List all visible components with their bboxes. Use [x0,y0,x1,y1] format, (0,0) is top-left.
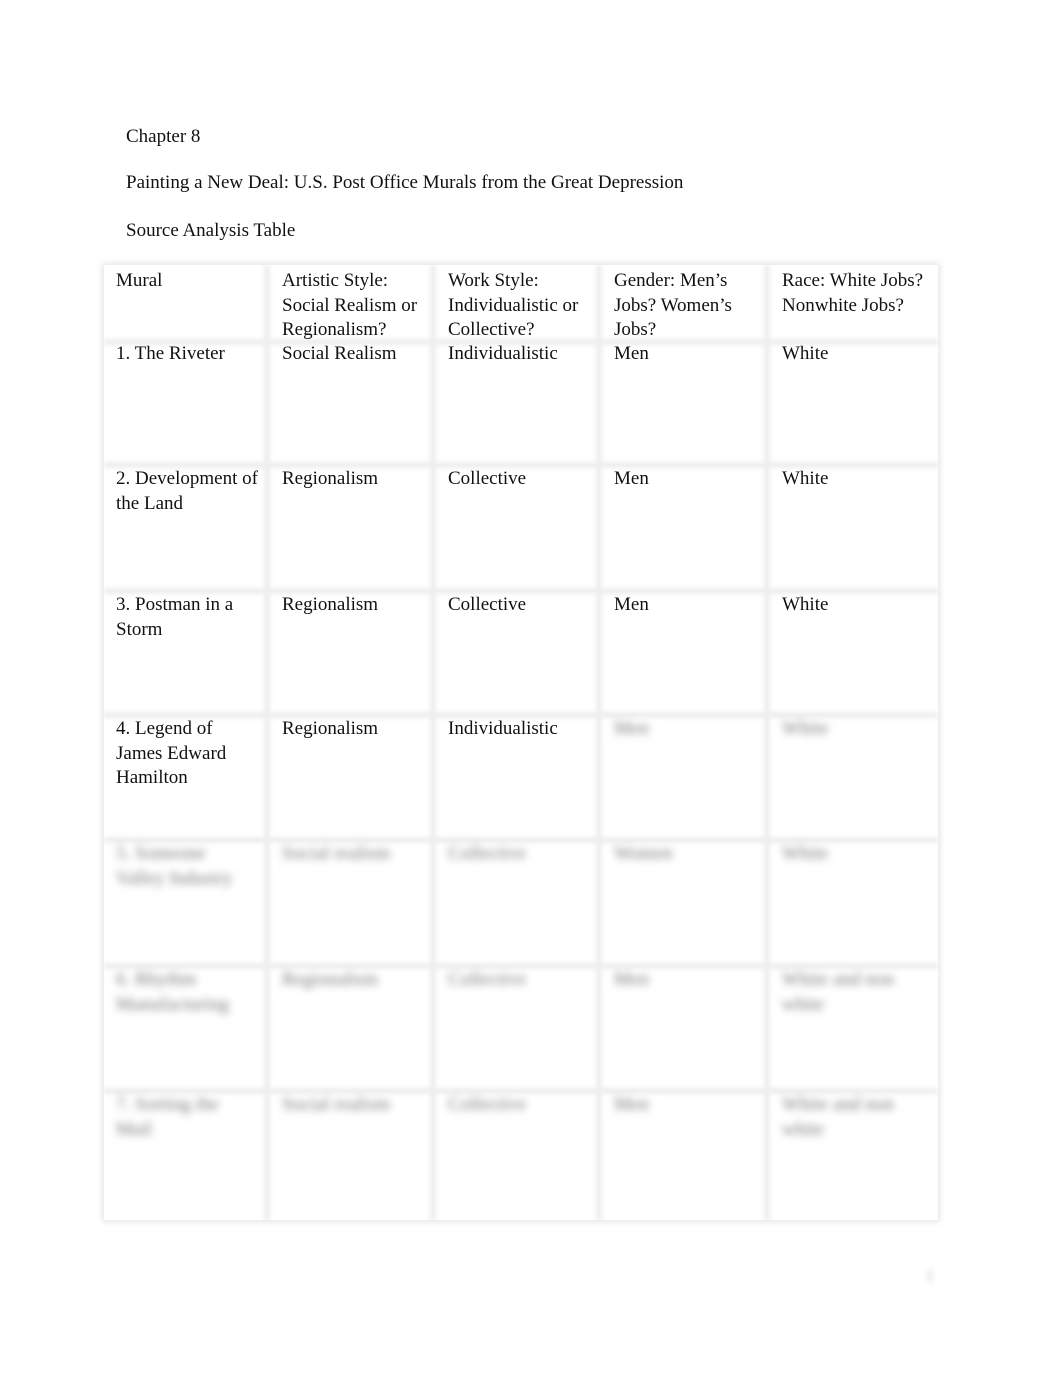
table-cell-race-obscured: White [782,843,829,864]
column-divider [430,265,436,1220]
table-cell-artistic: Social Realism [282,343,397,364]
table-cell-race-obscured: White and non white [782,1094,894,1140]
table-cell-mural: 1. The Riveter [116,343,225,364]
column-divider [764,265,770,1220]
table-cell-mural-obscured: 7. Sorting the Mail [116,1094,219,1140]
table-cell-work: Collective [448,594,527,615]
page-number: 1 [926,1268,934,1285]
table-cell-work-obscured: Collective [448,969,527,990]
table-cell-artistic: Regionalism [282,718,379,739]
table-cell-mural-obscured: 5. Someone Valley Industry [116,843,233,889]
document-title: Painting a New Deal: U.S. Post Office Mu… [126,172,684,193]
column-divider [596,265,602,1220]
table-cell-gender: Men [614,468,649,489]
table-cell-mural: 2. Development of the Land [116,468,258,514]
table-cell-artistic-obscured: Social realism [282,1094,391,1115]
document-subtitle: Source Analysis Table [126,220,296,241]
table-cell-race: White [782,594,829,615]
table-cell-work: Collective [448,468,527,489]
table-cell-gender-obscured: Men [614,718,649,739]
table-cell-artistic-obscured: Regionalism [282,969,379,990]
table-cell-artistic: Regionalism [282,468,379,489]
table-cell-work-obscured: Collective [448,1094,527,1115]
header-mural: Mural [116,270,163,291]
header-work-style: Work Style: Individualistic or Collectiv… [448,270,579,340]
table-cell-mural: 4. Legend of James Edward Hamilton [116,718,227,788]
table-cell-gender: Men [614,594,649,615]
table-cell-race: White [782,343,829,364]
table-cell-gender: Men [614,343,649,364]
table-cell-gender-obscured: Women [614,843,673,864]
table-cell-work: Individualistic [448,718,558,739]
table-cell-race: White [782,468,829,489]
header-race: Race: White Jobs? Nonwhite Jobs? [782,270,924,316]
table-cell-mural: 3. Postman in a Storm [116,594,234,640]
table-cell-gender-obscured: Men [614,1094,649,1115]
header-gender: Gender: Men’s Jobs? Women’s Jobs? [614,270,732,340]
table-cell-work-obscured: Collective [448,843,527,864]
table-cell-work: Individualistic [448,343,558,364]
column-divider [264,265,270,1220]
table-cell-race-obscured: White [782,718,829,739]
table-cell-artistic: Regionalism [282,594,379,615]
table-cell-race-obscured: White and non white [782,969,894,1015]
chapter-label: Chapter 8 [126,126,201,147]
table-cell-artistic-obscured: Social realism [282,843,391,864]
table-cell-mural-obscured: 6. Rhythm Manufacturing [116,969,229,1015]
table-cell-gender-obscured: Men [614,969,649,990]
source-analysis-table: Mural Artistic Style: Social Realism or … [104,265,938,1220]
header-artistic-style: Artistic Style: Social Realism or Region… [282,270,418,340]
